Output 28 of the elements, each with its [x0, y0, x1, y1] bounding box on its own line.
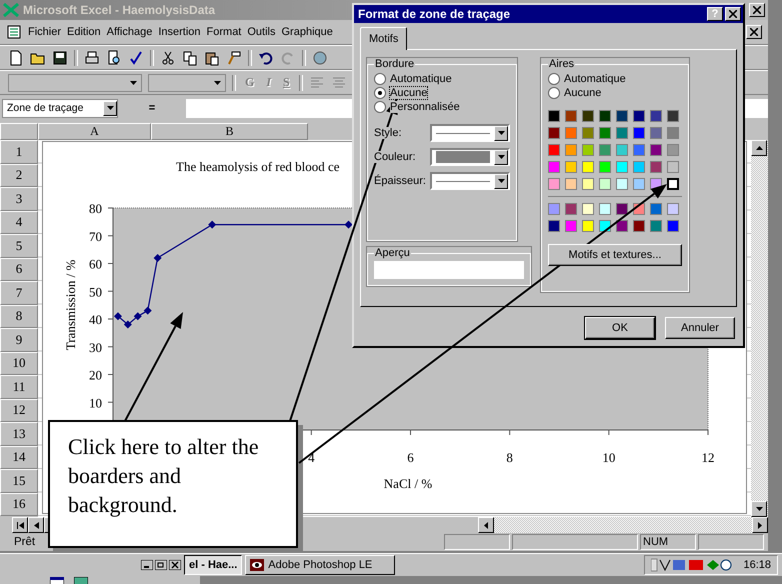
dialog-title: Format de zone de traçage	[358, 7, 510, 21]
x-tick-label: 12	[702, 450, 714, 465]
chart-title: The heamolysis of red blood ce	[176, 159, 340, 174]
y-tick-label: 20	[89, 368, 102, 382]
x-tick-label: 6	[407, 450, 414, 465]
window-title: Microsoft Excel - HaemolysisData	[23, 3, 216, 17]
y-tick-label: 50	[89, 284, 102, 300]
y-tick-label: 80	[89, 201, 102, 216]
y-tick-label: 70	[89, 228, 102, 244]
group-label: Aperçu	[374, 247, 411, 259]
field-label: Épaisseur:	[374, 175, 426, 187]
y-tick-label: 30	[89, 340, 102, 355]
y-tick-label: 10	[89, 395, 102, 410]
field-label: Couleur:	[374, 151, 416, 163]
y-axis-title: Transmission / %	[63, 260, 78, 350]
equals-sign: =	[148, 102, 156, 114]
clock: 16:18	[743, 559, 771, 571]
field-label: Style:	[374, 127, 402, 139]
status-indicator: NUM	[640, 534, 696, 550]
x-axis-title: NaCl / %	[384, 476, 432, 491]
status-text: Prêt	[13, 536, 36, 548]
y-tick-label: 60	[89, 256, 102, 272]
y-tick-label: 40	[89, 312, 102, 327]
group-label: Bordure	[374, 58, 416, 70]
x-tick-label: 8	[506, 450, 513, 465]
x-tick-label: 10	[602, 450, 616, 465]
x-tick-label: 4	[308, 450, 315, 465]
group-label: Aires	[548, 58, 576, 70]
